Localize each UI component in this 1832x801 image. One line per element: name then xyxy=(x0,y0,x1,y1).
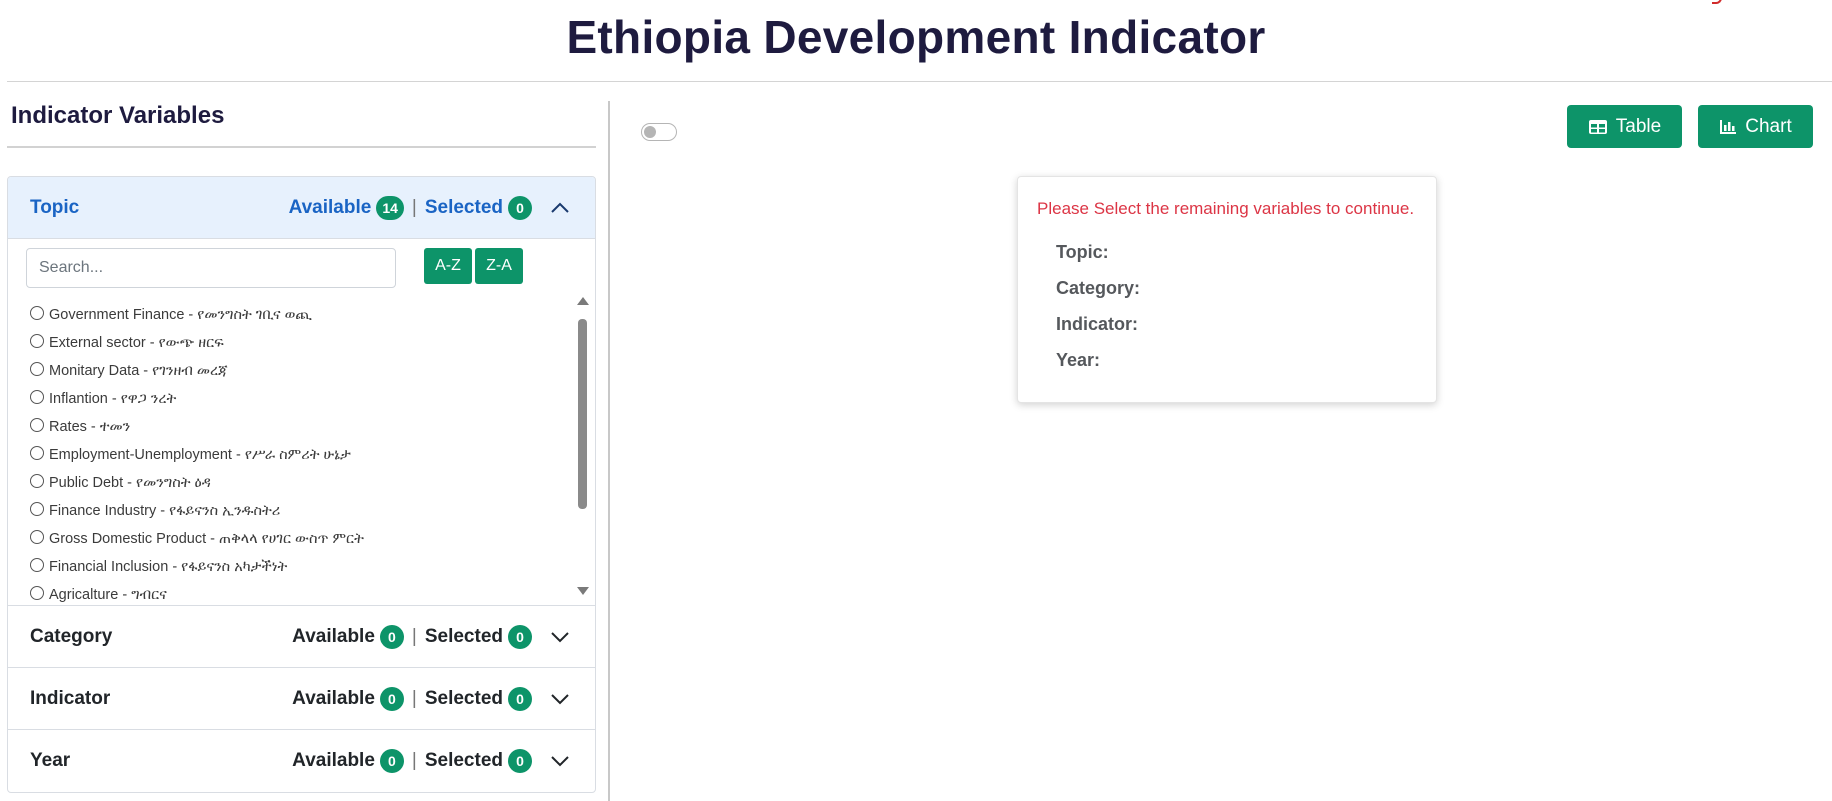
radio-button[interactable] xyxy=(30,474,44,488)
topic-panel-body: A-Z Z-A Government Finance - የመንግስት ገቢና … xyxy=(8,239,595,606)
title-divider xyxy=(7,81,1832,82)
required-topic-label: Topic: xyxy=(1056,242,1109,262)
required-category-label: Category: xyxy=(1056,278,1141,298)
panel-divider xyxy=(7,146,596,148)
topic-option-label: Inflantion - የዋጋ ንረት xyxy=(49,391,177,407)
topic-option[interactable]: Financial Inclusion - የፋይናንስ አካታችነት xyxy=(30,555,287,579)
topic-option-label: Finance Industry - የፋይናንስ ኢንዱስትሪ xyxy=(49,503,281,519)
available-label: Available xyxy=(288,197,372,218)
section-counts-category: Available 0 | Selected 0 xyxy=(292,624,573,650)
sort-za-button[interactable]: Z-A xyxy=(475,248,523,284)
corner-mark xyxy=(1712,0,1722,4)
bar-chart-icon xyxy=(1720,119,1737,134)
available-count-badge: 14 xyxy=(376,196,404,220)
accordion-header-indicator[interactable]: Indicator Available 0 | Selected 0 xyxy=(8,668,595,730)
accordion-header-year[interactable]: Year Available 0 | Selected 0 xyxy=(8,730,595,792)
topic-option[interactable]: Inflantion - የዋጋ ንረት xyxy=(30,387,176,411)
chevron-down-icon[interactable] xyxy=(547,624,573,650)
topic-options-list: Government Finance - የመንግስት ገቢና ወጪ Exter… xyxy=(8,297,576,606)
radio-button[interactable] xyxy=(30,334,44,348)
radio-button[interactable] xyxy=(30,306,44,320)
radio-button[interactable] xyxy=(30,558,44,572)
scrollbar-thumb[interactable] xyxy=(578,319,587,509)
radio-button[interactable] xyxy=(30,446,44,460)
radio-button[interactable] xyxy=(30,586,44,600)
count-separator: | xyxy=(411,750,417,771)
section-counts-indicator: Available 0 | Selected 0 xyxy=(292,686,573,712)
available-label: Available xyxy=(292,750,375,771)
selected-count-badge: 0 xyxy=(508,196,532,220)
topic-option[interactable]: Public Debt - የመንግስት ዕዳ xyxy=(30,471,211,495)
section-counts-year: Available 0 | Selected 0 xyxy=(292,748,573,774)
topic-option-label: Monitary Data - የገንዘብ መረጃ xyxy=(49,363,228,379)
topic-option-label: Employment-Unemployment - የሥራ ስምሪት ሁኔታ xyxy=(49,447,351,463)
topic-option[interactable]: Finance Industry - የፋይናንስ ኢንዱስትሪ xyxy=(30,499,280,523)
selected-count-badge: 0 xyxy=(508,749,532,773)
panel-vertical-divider xyxy=(608,101,610,801)
count-separator: | xyxy=(411,197,417,218)
required-year-label: Year: xyxy=(1056,350,1101,370)
panel-heading: Indicator Variables xyxy=(11,102,225,129)
available-count-badge: 0 xyxy=(379,625,404,649)
selected-label: Selected xyxy=(424,626,503,647)
chevron-up-icon[interactable] xyxy=(547,195,573,221)
count-separator: | xyxy=(411,626,417,647)
section-title-year: Year xyxy=(30,750,71,771)
variables-accordion: Topic Available 14 | Selected 0 A-Z Z-A … xyxy=(7,176,596,793)
accordion-header-topic[interactable]: Topic Available 14 | Selected 0 xyxy=(8,177,595,239)
topic-option-label: Gross Domestic Product - ጠቅላላ የሀገር ውስጥ ም… xyxy=(49,531,364,547)
section-title-indicator: Indicator xyxy=(30,688,111,709)
accordion-header-category[interactable]: Category Available 0 | Selected 0 xyxy=(8,606,595,668)
topic-option[interactable]: Agricalture - ግብርና xyxy=(30,583,167,606)
selected-count-badge: 0 xyxy=(508,625,532,649)
radio-button[interactable] xyxy=(30,530,44,544)
count-separator: | xyxy=(411,688,417,709)
section-counts-topic: Available 14 | Selected 0 xyxy=(289,195,573,221)
radio-button[interactable] xyxy=(30,362,44,376)
available-label: Available xyxy=(292,688,375,709)
options-scrollbar[interactable] xyxy=(576,295,589,595)
selected-label: Selected xyxy=(424,688,503,709)
table-icon xyxy=(1588,119,1607,134)
topic-option-label: Agricalture - ግብርና xyxy=(49,587,167,603)
scroll-down-arrow-icon[interactable] xyxy=(577,587,589,595)
required-indicator-label: Indicator: xyxy=(1056,314,1139,334)
selected-count-badge: 0 xyxy=(508,687,532,711)
available-count-badge: 0 xyxy=(379,687,404,711)
available-label: Available xyxy=(292,626,375,647)
selected-label: Selected xyxy=(424,197,503,218)
view-toggle-switch[interactable] xyxy=(641,123,677,141)
topic-search-input[interactable] xyxy=(26,248,396,288)
available-count-badge: 0 xyxy=(379,749,404,773)
topic-option[interactable]: External sector - የውጭ ዘርፍ xyxy=(30,331,224,355)
radio-button[interactable] xyxy=(30,418,44,432)
chart-view-button[interactable]: Chart xyxy=(1698,105,1813,148)
section-title-topic: Topic xyxy=(30,197,80,218)
topic-option[interactable]: Gross Domestic Product - ጠቅላላ የሀገር ውስጥ ም… xyxy=(30,527,364,551)
radio-button[interactable] xyxy=(30,502,44,516)
topic-option-label: Government Finance - የመንግስት ገቢና ወጪ xyxy=(49,307,312,323)
topic-option-label: Financial Inclusion - የፋይናንስ አካታችነት xyxy=(49,559,288,575)
sort-az-button[interactable]: A-Z xyxy=(424,248,472,284)
radio-button[interactable] xyxy=(30,390,44,404)
page-title: Ethiopia Development Indicator xyxy=(566,11,1266,63)
missing-variables-card: Please Select the remaining variables to… xyxy=(1017,176,1437,403)
topic-option[interactable]: Employment-Unemployment - የሥራ ስምሪት ሁኔታ xyxy=(30,443,351,467)
topic-option-label: Rates - ተመን xyxy=(49,419,131,435)
topic-option[interactable]: Rates - ተመን xyxy=(30,415,130,439)
table-view-button[interactable]: Table xyxy=(1567,105,1682,148)
missing-variables-message: Please Select the remaining variables to… xyxy=(1037,199,1415,218)
topic-option-label: Public Debt - የመንግስት ዕዳ xyxy=(49,475,211,491)
selected-label: Selected xyxy=(424,750,503,771)
chevron-down-icon[interactable] xyxy=(547,686,573,712)
chart-button-label: Chart xyxy=(1745,115,1792,137)
table-button-label: Table xyxy=(1615,115,1662,137)
topic-option-label: External sector - የውጭ ዘርፍ xyxy=(49,335,224,351)
chevron-down-icon[interactable] xyxy=(547,748,573,774)
topic-option[interactable]: Monitary Data - የገንዘብ መረጃ xyxy=(30,359,228,383)
scroll-up-arrow-icon[interactable] xyxy=(577,297,589,305)
topic-option[interactable]: Government Finance - የመንግስት ገቢና ወጪ xyxy=(30,303,312,327)
toggle-knob xyxy=(644,126,656,138)
section-title-category: Category xyxy=(30,626,113,647)
